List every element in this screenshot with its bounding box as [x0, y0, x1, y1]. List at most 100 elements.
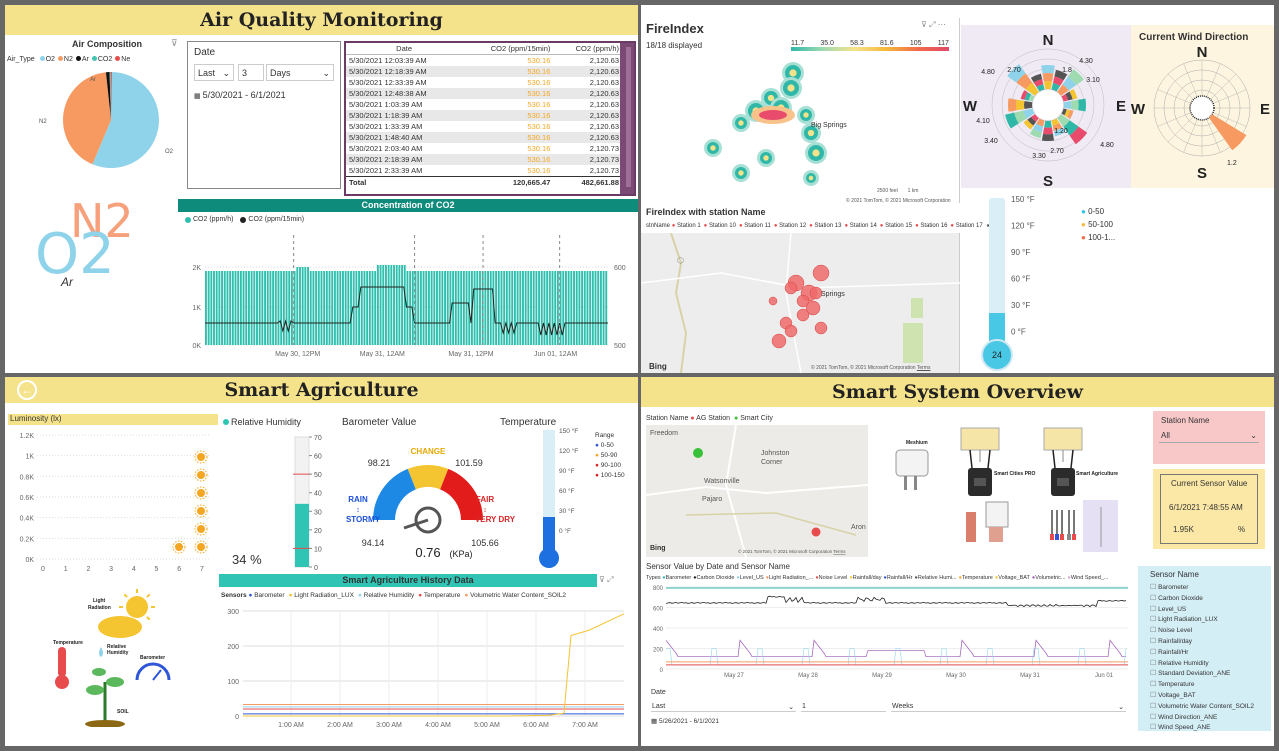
pie-legend-label: Ar — [81, 56, 89, 63]
station-bubble[interactable] — [812, 264, 830, 282]
table-header-cell[interactable]: CO2 (ppm/h) — [553, 43, 622, 55]
sensor-list-label: Noise Level — [1156, 627, 1193, 635]
terms-link[interactable]: Terms — [833, 549, 846, 554]
sun-point[interactable] — [175, 543, 183, 551]
sys-date-range-value: 5/26/2021 - 6/1/2021 — [658, 718, 719, 725]
map-visual-icons[interactable]: ⊽ ⤢ ⋯ — [921, 20, 946, 30]
wind-rose[interactable]: N S W E 4.80 2.70 4.30 3.10 1.8 4.10 3.40 3.30 2.70 4… — [961, 25, 1131, 190]
fire-index-map[interactable]: FireIndex 18/18 displayed ⊽ ⤢ ⋯ 11.7 35.0… — [641, 18, 960, 204]
current-wind-rose[interactable]: 1.2 N S W E — [1131, 45, 1274, 188]
station-bubble[interactable] — [768, 296, 778, 306]
air-composition-pie[interactable]: O2 N2 Ar — [5, 65, 185, 190]
rose-segment[interactable] — [1044, 120, 1052, 128]
rose-segment[interactable] — [1016, 99, 1025, 111]
sensor-list-item[interactable]: ☐ Voltage_BAT — [1150, 691, 1254, 702]
x-tick-label: May 27 — [724, 673, 744, 679]
sun-point[interactable] — [197, 489, 205, 497]
humidity-title: Relative Humidity — [223, 417, 301, 427]
station-bubble[interactable] — [784, 281, 798, 295]
history-visual-icons[interactable]: ⊽ ⤢ — [599, 575, 613, 585]
rose-segment[interactable] — [1078, 98, 1086, 112]
temp-icon-label: Temperature — [53, 640, 83, 646]
sensor-list-item[interactable]: ☐ Carbon Dioxide — [1150, 594, 1254, 605]
ag-station-marker[interactable] — [811, 527, 821, 537]
sensor-list-item[interactable]: ☐ Noise Level — [1150, 626, 1254, 637]
filter-icon[interactable]: ⊽ — [171, 38, 178, 49]
table-cell: 530.16 — [527, 100, 551, 109]
rose-segment[interactable] — [1070, 99, 1079, 111]
rose-segment[interactable] — [1041, 65, 1055, 74]
table-header-cell[interactable]: CO2 (ppm/15min) — [462, 43, 553, 55]
co2-bar — [256, 271, 258, 345]
system-map[interactable]: Freedom Johnston Corner Watsonville Pajaro Ar… — [646, 425, 868, 557]
table-cell: 5/30/2021 1:33:39 AM — [349, 122, 423, 131]
types-legend-item: ●Wind Speed_... — [1068, 575, 1109, 581]
types-legend-item: ●Rainfall/day — [849, 575, 881, 581]
total-15min: 120,665.47 — [512, 178, 551, 187]
table-header-cell[interactable]: Date — [346, 43, 462, 55]
sensor-list-item[interactable]: ☐ Temperature — [1150, 680, 1254, 691]
sun-point[interactable] — [197, 507, 205, 515]
fire-station-map[interactable]: FireIndex with station Name stnName ● St… — [641, 205, 990, 373]
agri-therm-tick: 90 °F — [559, 467, 575, 475]
x-tick-label: 2:00 AM — [327, 722, 353, 729]
legend-dot — [75, 56, 81, 61]
current-wind-title: Current Wind Direction — [1139, 32, 1249, 43]
sun-point[interactable] — [197, 525, 205, 533]
sensor-list-item[interactable]: ☐ Standard Deviation_ANE — [1150, 669, 1254, 680]
thermometer-icon — [58, 647, 66, 677]
smart-city-marker[interactable] — [693, 448, 703, 458]
station-bubble[interactable] — [784, 324, 798, 338]
current-wind-panel: Current Wind Direction 1.2 N S W E — [1131, 25, 1274, 188]
date-mode-dropdown[interactable]: Last ⌄ — [194, 64, 234, 81]
sensor-list-item[interactable]: ☐ Relative Humidity — [1150, 659, 1254, 670]
sys-date-count[interactable]: 1 — [801, 702, 886, 712]
sensor-list-item[interactable]: ☐ Wind Speed_ANE — [1150, 723, 1254, 734]
co2-bar — [358, 271, 361, 345]
rose-segment[interactable] — [1063, 101, 1072, 109]
rose-segment[interactable] — [1043, 81, 1053, 90]
sensor-line-chart[interactable]: 800 600 400 200 0 May 27 May 28 May 29 May 30 May… — [646, 583, 1136, 683]
rose-segment[interactable] — [1041, 133, 1055, 141]
sun-point[interactable] — [197, 453, 205, 461]
station-filter-dropdown[interactable]: All ⌄ — [1159, 429, 1259, 443]
terms-link[interactable]: Terms — [917, 365, 931, 371]
sun-point[interactable] — [197, 543, 205, 551]
station-bubble[interactable] — [796, 308, 810, 322]
rose-segment[interactable] — [1024, 100, 1033, 110]
station-bubble[interactable] — [771, 333, 787, 349]
x-tick-label: 5 — [155, 566, 159, 573]
luminosity-chart[interactable]: 1.2K 1K 0.8K 0.6K 0.4K 0.2K 0K 0 1 2 3 4 5 6 7 — [5, 427, 220, 577]
sensor-list-item[interactable]: ☐ Rainfall/Hr — [1150, 648, 1254, 659]
station-bubble[interactable] — [814, 321, 828, 335]
sensor-list-item[interactable]: ☐ Barometer — [1150, 583, 1254, 594]
co2-bar — [363, 271, 366, 345]
logo-ar: Ar — [61, 275, 73, 289]
rose-segment[interactable] — [1008, 98, 1017, 112]
co2-bar — [527, 271, 530, 345]
sys-date-unit[interactable]: Weeks ⌄ — [891, 702, 1126, 712]
compass-w: W — [1131, 101, 1146, 118]
sensor-list-item[interactable]: ☐ Volumetric Water Content_SOIL2 — [1150, 702, 1254, 713]
co2-bar — [355, 271, 358, 345]
x-tick-label: May 31 — [1020, 673, 1040, 679]
rose-segment[interactable] — [1042, 73, 1054, 82]
co2-chart[interactable]: 2K 1K 0K 600 500 May 30, 12PM May 31, 12AM May … — [183, 227, 638, 357]
history-legend-label: Volumetric Water Content_SOIL2 — [468, 592, 566, 599]
table-scroll-thumb[interactable] — [626, 47, 631, 187]
rose-segment[interactable] — [1043, 127, 1053, 135]
sensor-list-item[interactable]: ☐ Light Radiation_LUX — [1150, 615, 1254, 626]
sensor-list-item[interactable]: ☐ Wind Direction_ANE — [1150, 713, 1254, 724]
sensor-list-item[interactable]: ☐ Rainfall/day — [1150, 637, 1254, 648]
date-count-input[interactable]: 3 — [238, 64, 264, 81]
co2-bar — [253, 271, 256, 345]
sys-date-mode[interactable]: Last ⌄ — [651, 702, 796, 712]
history-chart[interactable]: 300 200 100 0 1:00 AM 2:00 AM 3:00 AM 4:00 AM 5:… — [219, 603, 635, 743]
co2-bar — [277, 271, 280, 345]
scale-tick: 81.6 — [880, 40, 894, 47]
date-unit-dropdown[interactable]: Days ⌄ — [266, 64, 334, 81]
sun-point[interactable] — [197, 471, 205, 479]
history-legend-label: Temperature — [422, 592, 461, 599]
sensor-list-item[interactable]: ☐ Level_US — [1150, 605, 1254, 616]
back-button[interactable]: ← — [17, 380, 37, 400]
